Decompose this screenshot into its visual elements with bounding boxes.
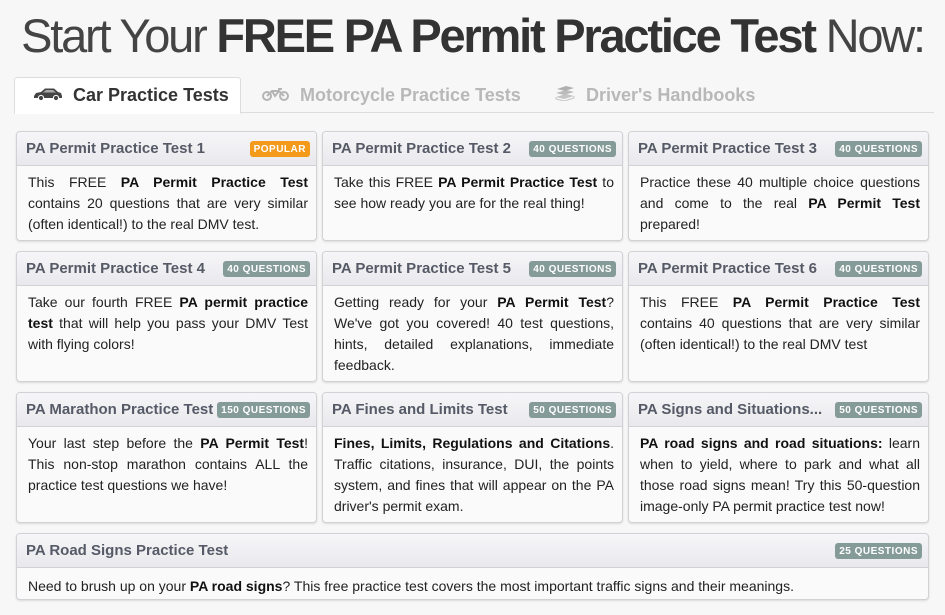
card-title[interactable]: PA Permit Practice Test 6 xyxy=(638,260,817,277)
card-header: PA Permit Practice Test 6 40 QUESTIONS xyxy=(629,252,928,286)
emphasis-text: PA Permit Test xyxy=(200,435,305,451)
question-count-badge: 150 QUESTIONS xyxy=(217,401,310,418)
card-title[interactable]: PA Marathon Practice Test xyxy=(26,401,213,418)
card-description: Your last step before the PA Permit Test… xyxy=(17,427,316,502)
card-header: PA Permit Practice Test 5 40 QUESTIONS xyxy=(323,252,622,286)
test-card-5[interactable]: PA Permit Practice Test 5 40 QUESTIONS G… xyxy=(322,251,623,382)
card-description: This FREE PA Permit Practice Test contai… xyxy=(629,286,928,361)
card-title[interactable]: PA Permit Practice Test 1 xyxy=(26,140,205,157)
test-card-1[interactable]: PA Permit Practice Test 1 POPULAR This F… xyxy=(16,131,317,241)
emphasis-text: Fines, Limits, Regulations and Citations xyxy=(334,435,611,451)
description-text: Need to brush up on your xyxy=(28,578,190,594)
card-title[interactable]: PA Permit Practice Test 4 xyxy=(26,260,205,277)
headline-prefix: Start Your xyxy=(21,9,208,62)
emphasis-text: PA Permit Practice Test xyxy=(438,174,598,190)
question-count-badge: 40 QUESTIONS xyxy=(529,140,616,157)
description-text: Take our fourth FREE xyxy=(28,294,180,310)
card-header: PA Road Signs Practice Test 25 QUESTIONS xyxy=(17,534,928,568)
books-icon xyxy=(554,85,576,106)
question-count-badge: 40 QUESTIONS xyxy=(835,140,922,157)
card-description: Fines, Limits, Regulations and Citations… xyxy=(323,427,622,522)
description-text: prepared! xyxy=(640,216,700,232)
card-title[interactable]: PA Fines and Limits Test xyxy=(332,401,508,418)
description-text: contains 40 questions that are very simi… xyxy=(640,315,920,352)
tab-label: Motorcycle Practice Tests xyxy=(300,84,521,105)
tab-label: Car Practice Tests xyxy=(73,85,229,105)
card-description: PA road signs and road situations: learn… xyxy=(629,427,928,522)
car-icon xyxy=(33,85,63,106)
description-text: Your last step before the xyxy=(28,435,201,451)
card-header: PA Permit Practice Test 4 40 QUESTIONS xyxy=(17,252,316,286)
card-title[interactable]: PA Road Signs Practice Test xyxy=(26,542,228,559)
emphasis-text: PA road signs xyxy=(189,578,283,594)
card-description: Getting ready for your PA Permit Test? W… xyxy=(323,286,622,381)
question-count-badge: 50 QUESTIONS xyxy=(529,401,616,418)
card-title[interactable]: PA Permit Practice Test 5 xyxy=(332,260,511,277)
question-count-badge: 40 QUESTIONS xyxy=(835,260,922,277)
emphasis-text: PA Permit Practice Test xyxy=(732,294,920,310)
emphasis-text: PA Permit Test xyxy=(497,294,607,310)
description-text: Getting ready for your xyxy=(334,294,498,310)
description-text: Take this FREE xyxy=(334,174,439,190)
test-card-fines-limits[interactable]: PA Fines and Limits Test 50 QUESTIONS Fi… xyxy=(322,392,623,523)
description-text: ? This free practice test covers the mos… xyxy=(282,578,794,594)
card-description: Need to brush up on your PA road signs? … xyxy=(17,568,928,599)
emphasis-text: PA road signs and road situations: xyxy=(640,435,883,451)
test-card-2[interactable]: PA Permit Practice Test 2 40 QUESTIONS T… xyxy=(322,131,623,241)
test-card-4[interactable]: PA Permit Practice Test 4 40 QUESTIONS T… xyxy=(16,251,317,382)
motorcycle-icon xyxy=(261,85,290,106)
card-title[interactable]: PA Signs and Situations... xyxy=(638,401,822,418)
question-count-badge: 50 QUESTIONS xyxy=(835,401,922,418)
card-title[interactable]: PA Permit Practice Test 2 xyxy=(332,140,511,157)
card-header: PA Fines and Limits Test 50 QUESTIONS xyxy=(323,393,622,427)
test-card-marathon[interactable]: PA Marathon Practice Test 150 QUESTIONS … xyxy=(16,392,317,523)
popular-badge: POPULAR xyxy=(249,140,310,157)
page-headline: Start Your FREE PA Permit Practice Test … xyxy=(0,8,945,64)
description-text: contains 20 questions that are very simi… xyxy=(28,195,308,232)
headline-emphasis: FREE PA Permit Practice Test xyxy=(216,9,817,62)
card-description: Practice these 40 multiple choice questi… xyxy=(629,166,928,240)
tab-motorcycle-practice-tests[interactable]: Motorcycle Practice Tests xyxy=(261,77,521,113)
emphasis-text: PA Permit Test xyxy=(808,195,920,211)
card-title[interactable]: PA Permit Practice Test 3 xyxy=(638,140,817,157)
question-count-badge: 25 QUESTIONS xyxy=(835,542,922,559)
card-description: Take this FREE PA Permit Practice Test t… xyxy=(323,166,622,220)
emphasis-text: PA Permit Practice Test xyxy=(120,174,308,190)
tab-label: Driver's Handbooks xyxy=(586,84,756,105)
card-header: PA Permit Practice Test 3 40 QUESTIONS xyxy=(629,132,928,166)
question-count-badge: 40 QUESTIONS xyxy=(223,260,310,277)
card-header: PA Signs and Situations... 50 QUESTIONS xyxy=(629,393,928,427)
test-card-3[interactable]: PA Permit Practice Test 3 40 QUESTIONS P… xyxy=(628,131,929,241)
card-header: PA Permit Practice Test 2 40 QUESTIONS xyxy=(323,132,622,166)
card-header: PA Marathon Practice Test 150 QUESTIONS xyxy=(17,393,316,427)
test-category-tabs: Car Practice Tests Motorcycle Practice T… xyxy=(14,77,934,114)
test-card-6[interactable]: PA Permit Practice Test 6 40 QUESTIONS T… xyxy=(628,251,929,382)
description-text: that will help you pass your DMV Test wi… xyxy=(28,315,308,352)
description-text: This FREE xyxy=(28,174,121,190)
tab-drivers-handbooks[interactable]: Driver's Handbooks xyxy=(554,77,755,113)
card-description: This FREE PA Permit Practice Test contai… xyxy=(17,166,316,240)
card-header: PA Permit Practice Test 1 POPULAR xyxy=(17,132,316,166)
question-count-badge: 40 QUESTIONS xyxy=(529,260,616,277)
card-description: Take our fourth FREE PA permit practice … xyxy=(17,286,316,361)
test-card-road-signs[interactable]: PA Road Signs Practice Test 25 QUESTIONS… xyxy=(16,533,929,600)
tab-car-practice-tests[interactable]: Car Practice Tests xyxy=(14,77,241,114)
headline-suffix: Now: xyxy=(825,9,926,62)
description-text: This FREE xyxy=(640,294,733,310)
test-card-signs-situations[interactable]: PA Signs and Situations... 50 QUESTIONS … xyxy=(628,392,929,523)
